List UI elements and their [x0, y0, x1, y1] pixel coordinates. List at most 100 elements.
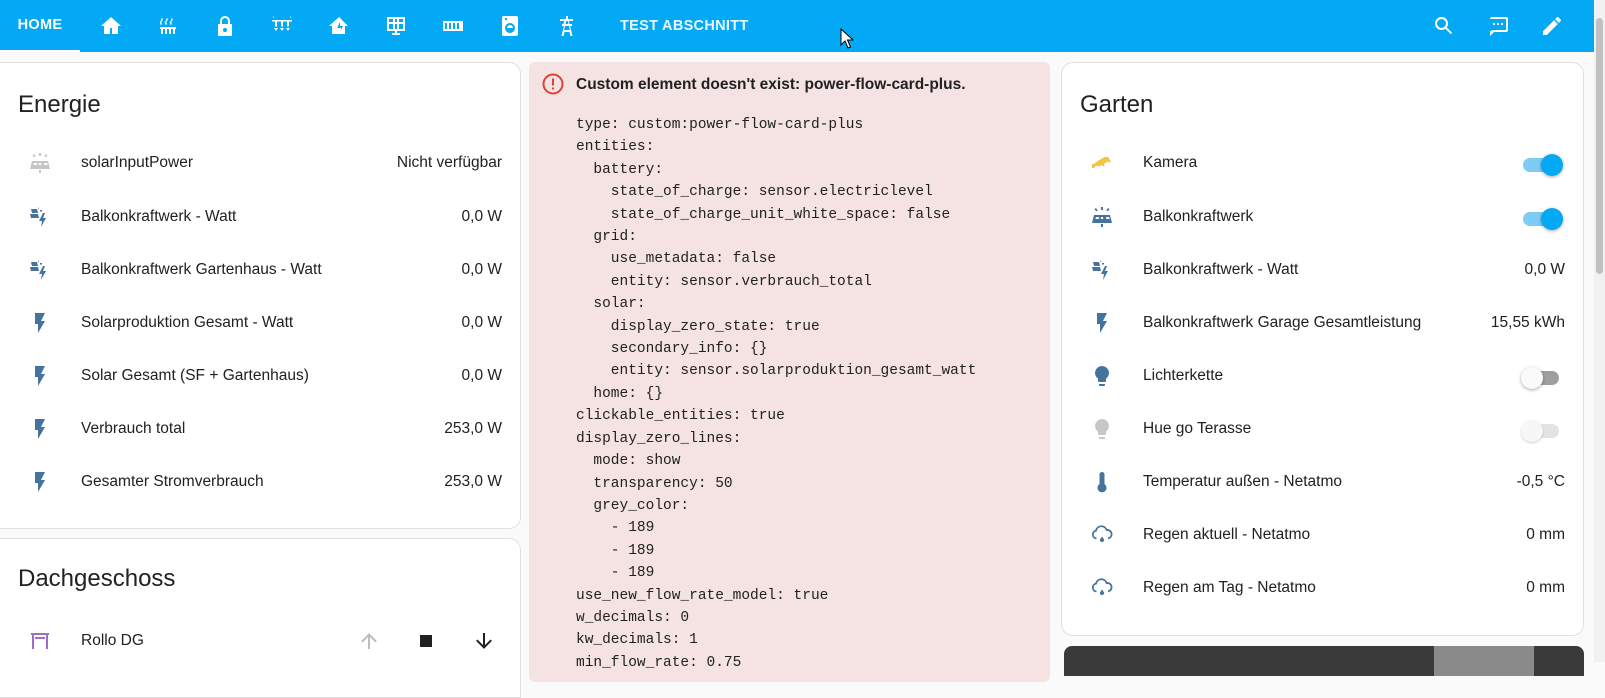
transmission-tower-icon: [560, 16, 573, 36]
mouse-cursor-icon: [840, 28, 854, 49]
edit-icon: [1543, 16, 1561, 35]
cover-name: Rollo DG: [81, 632, 144, 649]
entity-name: Regen aktuell - Netatmo: [1143, 526, 1311, 543]
tab-home-icon[interactable]: [91, 6, 131, 46]
cover-stop-button[interactable]: [411, 626, 441, 656]
tab-lock[interactable]: [205, 6, 245, 46]
entity-row[interactable]: Balkonkraftwerk - Watt 0,0 W: [1062, 250, 1583, 290]
tab-radiator[interactable]: [433, 6, 473, 46]
entity-name: Balkonkraftwerk Garage Gesamtleistung: [1143, 314, 1422, 331]
tab-washing[interactable]: [490, 6, 530, 46]
entity-row[interactable]: Balkonkraftwerk: [1062, 197, 1583, 237]
entity-state: 253,0 W: [444, 473, 502, 490]
entity-name: Solarproduktion Gesamt - Watt: [81, 314, 294, 331]
garten-card: Garten Kamera Balkonkraftwerk Balkonkraf…: [1061, 62, 1584, 636]
camera-image-highlight: [1434, 646, 1534, 676]
entity-row[interactable]: Lichterkette: [1062, 356, 1583, 396]
entity-row[interactable]: Kamera: [1062, 143, 1583, 183]
garten-card-title: Garten: [1080, 91, 1154, 118]
entity-row[interactable]: Regen aktuell - Netatmo 0 mm: [1062, 515, 1583, 555]
tab-solar-panel[interactable]: [376, 6, 416, 46]
flash-icon: [20, 303, 60, 343]
solar-panel-icon: [387, 17, 405, 35]
entity-toggle[interactable]: [1521, 207, 1563, 230]
washing-icon: [502, 16, 518, 36]
entity-name: solarInputPower: [81, 154, 194, 171]
entity-state: 0 mm: [1526, 579, 1565, 596]
entity-row[interactable]: Verbrauch total 253,0 W: [0, 409, 520, 449]
entity-row[interactable]: Solarproduktion Gesamt - Watt 0,0 W: [0, 303, 520, 343]
tab-transmission-tower[interactable]: [547, 6, 587, 46]
home-icon: [101, 17, 121, 34]
entity-toggle[interactable]: [1521, 419, 1561, 442]
tab-lights[interactable]: [262, 6, 302, 46]
weather-rainy-icon: [1082, 568, 1122, 608]
radiator-icon: [443, 21, 463, 31]
thermometer-icon: [1082, 462, 1122, 502]
entity-row[interactable]: Solar Gesamt (SF + Gartenhaus) 0,0 W: [0, 356, 520, 396]
dachgeschoss-card: Dachgeschoss Rollo DG: [0, 538, 521, 698]
flash-icon: [20, 356, 60, 396]
heating-icon: [159, 18, 176, 34]
entity-name: Gesamter Stromverbrauch: [81, 473, 264, 490]
arrow-down-icon: [476, 633, 492, 649]
cover-row[interactable]: Rollo DG: [0, 621, 520, 661]
lock-icon: [218, 16, 232, 36]
cover-close-button[interactable]: [469, 626, 499, 656]
entity-name: Regen am Tag - Netatmo: [1143, 579, 1316, 596]
entity-state: 0,0 W: [461, 261, 502, 278]
search-button[interactable]: [1424, 6, 1464, 46]
entity-row[interactable]: Hue go Terasse: [1062, 409, 1583, 449]
entity-row[interactable]: solarInputPower Nicht verfügbar: [0, 143, 520, 183]
page-scrollbar[interactable]: [1594, 0, 1605, 662]
entity-row[interactable]: Balkonkraftwerk - Watt 0,0 W: [0, 197, 520, 237]
tab-heating[interactable]: [148, 6, 188, 46]
tab-home[interactable]: HOME: [0, 0, 80, 52]
solar-power-variant-icon: [1082, 250, 1122, 290]
error-yaml-code: type: custom:power-flow-card-plus entiti…: [576, 117, 977, 671]
assist-button[interactable]: [1478, 6, 1518, 46]
error-card: Custom element doesn't exist: power-flow…: [529, 62, 1050, 682]
entity-row[interactable]: Temperatur außen - Netatmo -0,5 °C: [1062, 462, 1583, 502]
home-lightning-icon: [329, 17, 348, 34]
entity-state: 15,55 kWh: [1490, 314, 1565, 331]
entity-state: 0,0 W: [461, 367, 502, 384]
entity-name: Balkonkraftwerk Gartenhaus - Watt: [81, 261, 322, 278]
entity-toggle[interactable]: [1521, 153, 1563, 176]
entity-row[interactable]: Balkonkraftwerk Gartenhaus - Watt 0,0 W: [0, 250, 520, 290]
entity-state: 253,0 W: [444, 420, 502, 437]
entity-name: Solar Gesamt (SF + Gartenhaus): [81, 367, 309, 384]
energie-card: Energie solarInputPower Nicht verfügbar …: [0, 62, 521, 529]
flash-icon: [20, 462, 60, 502]
dachgeschoss-card-title: Dachgeschoss: [18, 565, 176, 592]
flash-icon: [20, 409, 60, 449]
solar-power-icon: [1082, 197, 1122, 237]
solar-power-icon: [20, 143, 60, 183]
tab-home-lightning[interactable]: [319, 6, 359, 46]
entity-name: Kamera: [1143, 154, 1198, 171]
cover-open-button[interactable]: [354, 626, 384, 656]
lightbulb-icon: [1082, 409, 1122, 449]
stop-icon: [420, 635, 432, 647]
entity-state: 0 mm: [1526, 526, 1565, 543]
entity-toggle[interactable]: [1521, 366, 1561, 389]
edit-dashboard-button[interactable]: [1532, 6, 1572, 46]
assist-icon: [1490, 17, 1508, 36]
entity-state: Nicht verfügbar: [396, 154, 502, 171]
tab-test-abschnitt[interactable]: TEST ABSCHNITT: [620, 0, 749, 52]
flash-icon: [1082, 303, 1122, 343]
solar-power-variant-icon: [20, 197, 60, 237]
lightbulb-icon: [1082, 356, 1122, 396]
lights-icon: [272, 16, 292, 31]
entity-row[interactable]: Gesamter Stromverbrauch 253,0 W: [0, 462, 520, 502]
entity-row[interactable]: Balkonkraftwerk Garage Gesamtleistung 15…: [1062, 303, 1583, 343]
entity-state: 0,0 W: [1524, 261, 1565, 278]
entity-state: 0,0 W: [461, 314, 502, 331]
scrollbar-thumb[interactable]: [1596, 18, 1603, 274]
entity-state: -0,5 °C: [1516, 473, 1565, 490]
entity-row[interactable]: Regen am Tag - Netatmo 0 mm: [1062, 568, 1583, 608]
camera-image-preview[interactable]: [1064, 646, 1584, 676]
entity-name: Balkonkraftwerk - Watt: [1143, 261, 1299, 278]
energie-card-title: Energie: [18, 91, 101, 118]
cctv-icon: [1082, 143, 1122, 183]
